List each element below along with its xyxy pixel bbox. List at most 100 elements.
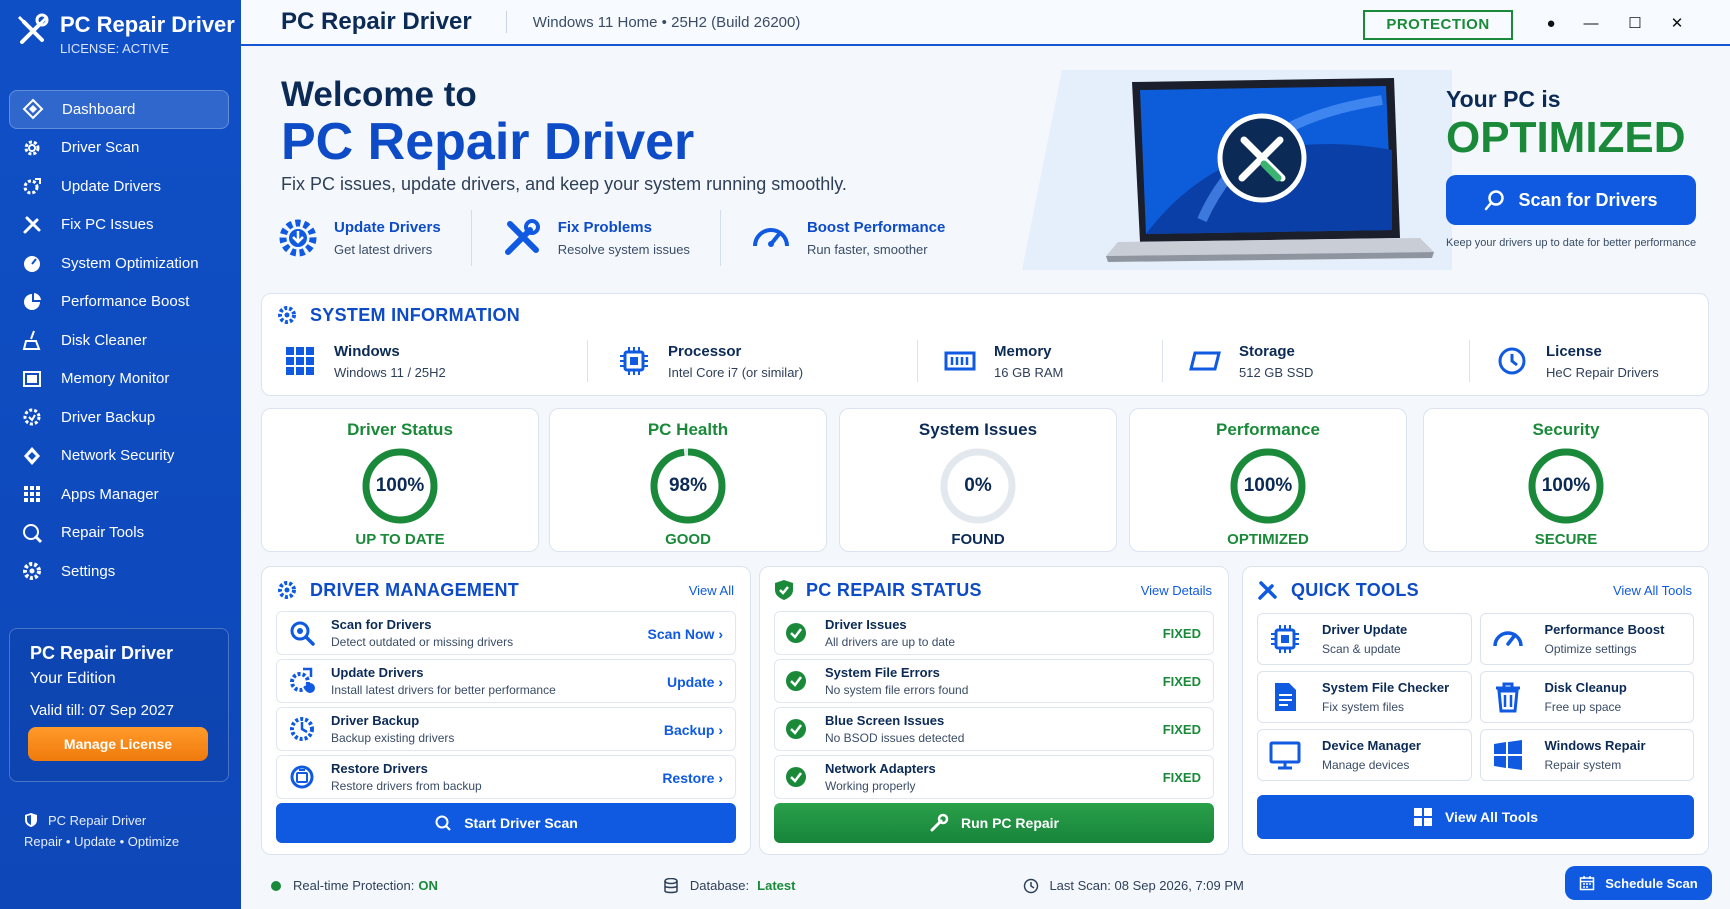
sidebar-item-apps-manager[interactable]: Apps Manager bbox=[9, 475, 229, 514]
tool-system-file-checker[interactable]: System File Checker Fix system files bbox=[1257, 671, 1472, 723]
sidebar-item-system-optimization[interactable]: System Optimization bbox=[9, 244, 229, 283]
info-storage: Storage 512 GB SSD bbox=[1163, 340, 1470, 382]
view-details-link[interactable]: View Details bbox=[1141, 583, 1212, 598]
shield-icon bbox=[25, 813, 37, 827]
restore-icon bbox=[290, 765, 314, 789]
section-title: QUICK TOOLS bbox=[1291, 579, 1419, 600]
run-pc-repair-button[interactable]: Run PC Repair bbox=[774, 803, 1214, 843]
view-all-link[interactable]: View All bbox=[689, 583, 734, 598]
tool-title: Performance Boost bbox=[1544, 622, 1665, 637]
tool-driver-update[interactable]: Driver Update Scan & update bbox=[1257, 613, 1472, 665]
restore-button[interactable]: Restore › bbox=[662, 756, 723, 800]
start-driver-scan-button[interactable]: Start Driver Scan bbox=[276, 803, 736, 843]
feature-update-drivers[interactable]: Update Drivers Get latest drivers bbox=[276, 210, 472, 266]
minimize-icon[interactable]: — bbox=[1581, 14, 1601, 34]
scan-now-button[interactable]: Scan Now › bbox=[648, 612, 723, 656]
tool-subtitle: Optimize settings bbox=[1544, 642, 1637, 656]
feature-sub: Get latest drivers bbox=[334, 242, 433, 257]
info-windows: Windows Windows 11 / 25H2 bbox=[284, 340, 588, 382]
driver-list: Scan for Drivers Detect outdated or missi… bbox=[276, 607, 736, 799]
sidebar-item-update-drivers[interactable]: Update Drivers bbox=[9, 167, 229, 206]
sidebar-item-network-security[interactable]: Network Security bbox=[9, 437, 229, 476]
sidebar-item-label: Fix PC Issues bbox=[61, 216, 154, 234]
title-divider bbox=[505, 11, 507, 33]
tool-windows-repair[interactable]: Windows Repair Repair system bbox=[1479, 729, 1694, 781]
sidebar-item-fix-pc-issues[interactable]: Fix PC Issues bbox=[9, 206, 229, 245]
app-title: PC Repair Driver bbox=[60, 12, 235, 37]
sidebar-item-repair-tools[interactable]: Repair Tools bbox=[9, 514, 229, 553]
pie-icon bbox=[24, 292, 41, 310]
feature-fix-problems[interactable]: Fix Problems Resolve system issues bbox=[500, 210, 721, 266]
sidebar-item-label: Memory Monitor bbox=[61, 370, 170, 388]
search-icon bbox=[435, 815, 451, 831]
memory-icon bbox=[944, 351, 976, 371]
protection-badge[interactable]: PROTECTION bbox=[1363, 10, 1513, 40]
stat-security: Security 100% SECURE bbox=[1423, 408, 1709, 552]
sidebar-item-label: Apps Manager bbox=[61, 485, 159, 503]
feature-title: Update Drivers bbox=[334, 219, 441, 236]
sidebar-item-disk-cleaner[interactable]: Disk Cleaner bbox=[9, 321, 229, 360]
sidebar-item-driver-scan[interactable]: Driver Scan bbox=[9, 129, 229, 168]
stat-status: SECURE bbox=[1534, 531, 1598, 548]
os-version: Windows 11 Home • 25H2 (Build 26200) bbox=[532, 13, 801, 31]
tool-title: Disk Cleanup bbox=[1544, 680, 1627, 695]
view-all-tools-link[interactable]: View All Tools bbox=[1613, 583, 1692, 598]
system-info-list: Windows Windows 11 / 25H2 Processor Intel … bbox=[284, 340, 1708, 382]
list-item[interactable]: Driver Backup Backup existing drivers Bac… bbox=[276, 707, 736, 751]
hero-features: Update Drivers Get latest drivers Fix Pro… bbox=[276, 210, 1003, 266]
list-item[interactable]: Scan for Drivers Detect outdated or missi… bbox=[276, 611, 736, 655]
trash-icon bbox=[1495, 682, 1520, 713]
panel-header: QUICK TOOLS View All Tools bbox=[1257, 579, 1692, 601]
view-all-tools-button[interactable]: View All Tools bbox=[1257, 795, 1694, 839]
clock-icon bbox=[1498, 347, 1526, 375]
stat-title: System Issues bbox=[918, 420, 1038, 439]
scan-note: Keep your drivers up to date for better … bbox=[1446, 237, 1697, 249]
section-title: DRIVER MANAGEMENT bbox=[310, 579, 520, 600]
button-label: Schedule Scan bbox=[1605, 875, 1698, 891]
stat-driver-status: Driver Status 100% UP TO DATE bbox=[261, 408, 539, 552]
tool-performance-boost[interactable]: Performance Boost Optimize settings bbox=[1479, 613, 1694, 665]
tool-disk-cleanup[interactable]: Disk Cleanup Free up space bbox=[1479, 671, 1694, 723]
sidebar-item-driver-backup[interactable]: Driver Backup bbox=[9, 398, 229, 437]
feature-boost-performance[interactable]: Boost Performance Run faster, smoother bbox=[749, 210, 975, 266]
sidebar-item-label: Disk Cleaner bbox=[61, 331, 147, 349]
info-value: 16 GB RAM bbox=[994, 364, 1064, 380]
list-item[interactable]: Restore Drivers Restore drivers from back… bbox=[276, 755, 736, 799]
clock-icon bbox=[1024, 878, 1039, 893]
edition-title: PC Repair Driver bbox=[30, 643, 174, 663]
tool-device-manager[interactable]: Device Manager Manage devices bbox=[1257, 729, 1472, 781]
sidebar-item-settings[interactable]: Settings bbox=[9, 552, 229, 591]
update-button[interactable]: Update › bbox=[667, 660, 723, 704]
tools-logo-icon bbox=[18, 13, 49, 44]
item-title: Restore Drivers bbox=[331, 761, 428, 776]
feature-title: Boost Performance bbox=[806, 219, 946, 236]
scan-for-drivers-button[interactable]: Scan for Drivers bbox=[1446, 175, 1696, 225]
protection-label: Real-time Protection: bbox=[293, 878, 415, 893]
database-icon bbox=[664, 877, 678, 893]
pc-status: Your PC is OPTIMIZED Scan for Drivers Ke… bbox=[1446, 86, 1696, 249]
item-title: Driver Issues bbox=[825, 617, 907, 632]
sidebar-item-dashboard[interactable]: Dashboard bbox=[9, 90, 229, 129]
document-icon bbox=[1275, 683, 1296, 711]
list-item[interactable]: Update Drivers Install latest drivers for… bbox=[276, 659, 736, 703]
item-subtitle: Detect outdated or missing drivers bbox=[331, 635, 514, 649]
status-dot-icon[interactable]: ● bbox=[1541, 14, 1561, 34]
search-icon bbox=[1485, 190, 1505, 211]
maximize-icon[interactable]: ☐ bbox=[1625, 14, 1645, 34]
check-circle-icon bbox=[786, 719, 806, 739]
sidebar-item-performance-boost[interactable]: Performance Boost bbox=[9, 283, 229, 322]
item-subtitle: All drivers are up to date bbox=[825, 635, 956, 649]
close-icon[interactable]: ✕ bbox=[1667, 14, 1687, 34]
item-subtitle: Install latest drivers for better perfor… bbox=[331, 683, 556, 697]
backup-button[interactable]: Backup › bbox=[664, 708, 723, 752]
list-item: Network Adapters Working properly FIXED bbox=[774, 755, 1214, 799]
info-label: Storage bbox=[1239, 342, 1295, 360]
status-badge: FIXED bbox=[1162, 626, 1201, 641]
status-line-2: OPTIMIZED bbox=[1446, 113, 1686, 162]
protection-value: ON bbox=[418, 878, 438, 893]
sidebar: PC Repair Driver LICENSE: ACTIVE Dashboa… bbox=[0, 0, 241, 909]
manage-license-button[interactable]: Manage License bbox=[28, 727, 208, 761]
schedule-scan-button[interactable]: Schedule Scan bbox=[1565, 866, 1712, 900]
section-header: DRIVER MANAGEMENT bbox=[276, 579, 519, 601]
sidebar-item-memory-monitor[interactable]: Memory Monitor bbox=[9, 360, 229, 399]
